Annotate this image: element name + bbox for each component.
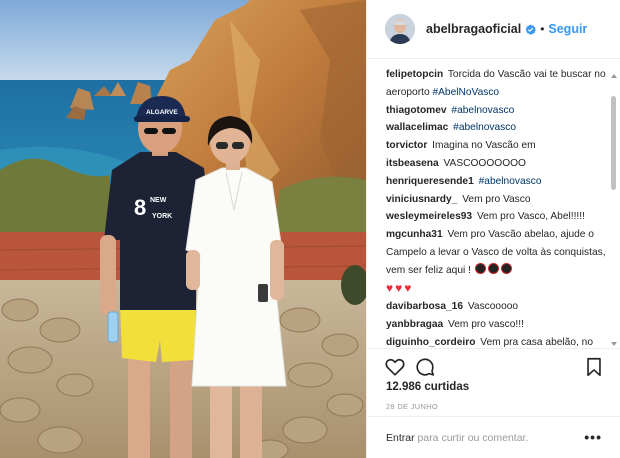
verified-badge-icon (525, 23, 537, 35)
scrollbar-thumb[interactable] (611, 96, 616, 190)
comment-item: mgcunha31 Vem pro Vascão abelao, ajude o… (386, 226, 608, 298)
comment-item: henriqueresende1 #abelnovasco (386, 173, 608, 191)
comment-text: Vascooooo (467, 301, 519, 313)
comment-username[interactable]: felipetopcin (386, 69, 443, 80)
username-link[interactable]: abelbragaoficial (426, 22, 521, 36)
red-heart-emoji-icon: ♥♥♥ (386, 280, 414, 295)
comment-bubble-icon[interactable] (414, 356, 436, 378)
follow-button[interactable]: Seguir (548, 22, 587, 36)
comment-item: itsbeasena VASCOOOOOOO (386, 155, 608, 173)
comment-hashtag[interactable]: #abelnovasco (453, 122, 516, 133)
comment-username[interactable]: yanbbragaa (386, 319, 443, 330)
heart-outline-icon[interactable] (384, 356, 406, 378)
comment-text: Vem pro Vasco (462, 193, 531, 205)
comments-scrollbar[interactable] (611, 74, 617, 346)
beach-couple-photo: 8 NEW YORK ALGARVE (0, 0, 366, 458)
comment-username[interactable]: wallacelimac (386, 122, 448, 133)
comment-hashtag[interactable]: #abelnovasco (479, 176, 542, 187)
comment-item: wesleymeireles93 Vem pro Vasco, Abel!!!!… (386, 208, 608, 226)
comment-text: Vem pro Vasco, Abel!!!!! (476, 211, 585, 223)
likes-count[interactable]: 12.986 curtidas (386, 381, 469, 393)
instagram-post: 8 NEW YORK ALGARVE abelbragaoficial • Se… (0, 0, 620, 458)
comment-hashtag[interactable]: #AbelNoVasco (432, 87, 499, 98)
svg-text:YORK: YORK (152, 213, 172, 220)
post-side-panel: abelbragaoficial • Seguir felipetopcin T… (366, 0, 620, 458)
post-actions (367, 348, 620, 382)
bookmark-icon[interactable] (583, 356, 605, 378)
more-options-icon[interactable]: ••• (584, 429, 602, 445)
avatar[interactable] (385, 14, 415, 44)
add-comment-bar: Entrar para curtir ou comentar. ••• (367, 416, 620, 458)
soccer-ball-emoji-icon (474, 262, 513, 276)
comment-username[interactable]: viniciusnardy_ (386, 194, 457, 205)
comment-username[interactable]: henriqueresende1 (386, 176, 474, 187)
svg-text:8: 8 (134, 195, 146, 220)
comment-item: wallacelimac #abelnovasco (386, 119, 608, 137)
comment-item: viniciusnardy_ Vem pro Vasco (386, 191, 608, 209)
scroll-up-arrow-icon[interactable] (611, 74, 617, 78)
post-header: abelbragaoficial • Seguir (367, 0, 620, 59)
comment-item: thiagotomev #abelnovasco (386, 102, 608, 120)
comments-list: felipetopcin Torcida do Vascão vai te bu… (386, 66, 608, 348)
comment-username[interactable]: itsbeasena (386, 158, 439, 169)
comment-username[interactable]: torvictor (386, 140, 427, 151)
comment-username[interactable]: wesleymeireles93 (386, 211, 472, 222)
comment-item: diguinho_cordeiro Vem pra casa abelão, n… (386, 334, 608, 348)
comment-text: Imagina no Vascão em (432, 140, 536, 152)
comment-item: davibarbosa_16 Vascooooo (386, 298, 608, 316)
comment-item: yanbbragaa Vem pro vasco!!! (386, 316, 608, 334)
svg-text:ALGARVE: ALGARVE (146, 109, 178, 116)
comment-text: Vem pro vasco!!! (448, 319, 524, 331)
comment-username[interactable]: diguinho_cordeiro (386, 337, 475, 348)
scroll-down-arrow-icon[interactable] (611, 342, 617, 346)
post-date: 28 DE JUNHO (386, 402, 439, 411)
comment-item: torvictor Imagina no Vascão em (386, 137, 608, 155)
login-link[interactable]: Entrar (386, 432, 415, 444)
avatar-image (385, 14, 415, 44)
comment-username[interactable]: davibarbosa_16 (386, 301, 463, 312)
comment-hashtag[interactable]: #abelnovasco (451, 105, 514, 116)
comment-username[interactable]: thiagotomev (386, 105, 447, 116)
comment-username[interactable]: mgcunha31 (386, 229, 443, 240)
login-prompt: Entrar para curtir ou comentar. (386, 432, 528, 444)
login-prompt-text: para curtir ou comentar. (414, 432, 529, 444)
post-photo[interactable]: 8 NEW YORK ALGARVE (0, 0, 366, 458)
comment-text: VASCOOOOOOO (443, 157, 526, 169)
header-separator: • (540, 22, 545, 36)
comment-item: felipetopcin Torcida do Vascão vai te bu… (386, 66, 608, 102)
svg-text:NEW: NEW (150, 197, 167, 204)
